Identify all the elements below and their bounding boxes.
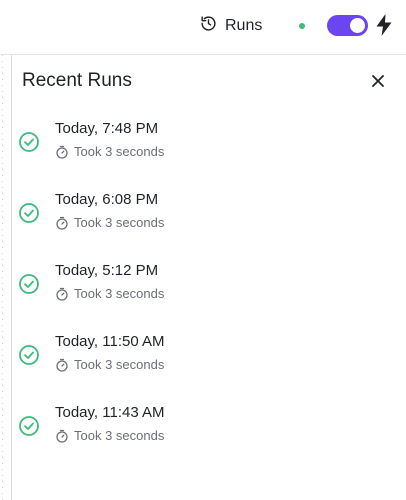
- run-duration-text: Took 3 seconds: [74, 357, 165, 372]
- success-check-icon: [18, 273, 40, 295]
- editor-gutter: [0, 55, 12, 500]
- lightning-bolt-icon[interactable]: [375, 14, 393, 36]
- runs-label: Runs: [225, 17, 263, 34]
- run-duration: Took 3 seconds: [55, 357, 164, 372]
- run-duration: Took 3 seconds: [55, 286, 164, 301]
- success-check-icon: [18, 344, 40, 366]
- run-time: Today, 6:08 PM: [55, 191, 159, 208]
- run-time: Today, 7:48 PM: [55, 120, 159, 137]
- run-duration-text: Took 3 seconds: [74, 215, 165, 230]
- run-duration: Took 3 seconds: [55, 144, 164, 159]
- run-duration: Took 3 seconds: [55, 215, 164, 230]
- toggle-knob: [350, 18, 365, 33]
- run-item[interactable]: Today, 7:48 PM Took 3 seconds: [12, 111, 406, 182]
- run-duration-text: Took 3 seconds: [74, 428, 165, 443]
- top-toolbar: Runs: [0, 0, 406, 55]
- history-icon: [200, 15, 217, 37]
- run-time: Today, 5:12 PM: [55, 262, 159, 279]
- stopwatch-icon: [55, 287, 69, 301]
- run-item[interactable]: Today, 11:43 AM Took 3 seconds: [12, 395, 406, 466]
- run-duration-text: Took 3 seconds: [74, 286, 165, 301]
- success-check-icon: [18, 415, 40, 437]
- success-check-icon: [18, 202, 40, 224]
- status-indicator: [299, 23, 305, 29]
- close-icon[interactable]: [368, 71, 388, 91]
- success-check-icon: [18, 131, 40, 153]
- run-item[interactable]: Today, 6:08 PM Took 3 seconds: [12, 182, 406, 253]
- panel-title: Recent Runs: [22, 70, 132, 91]
- stopwatch-icon: [55, 216, 69, 230]
- enable-toggle[interactable]: [327, 15, 368, 36]
- recent-runs-panel: Recent Runs Today, 7:48 PM Took 3 seconds…: [12, 55, 406, 500]
- stopwatch-icon: [55, 145, 69, 159]
- run-list: Today, 7:48 PM Took 3 seconds Today, 6:08 …: [12, 111, 406, 466]
- run-time: Today, 11:50 AM: [55, 333, 165, 350]
- run-time: Today, 11:43 AM: [55, 404, 165, 421]
- run-duration: Took 3 seconds: [55, 428, 164, 443]
- run-item[interactable]: Today, 11:50 AM Took 3 seconds: [12, 324, 406, 395]
- runs-button[interactable]: Runs: [198, 14, 264, 38]
- run-item[interactable]: Today, 5:12 PM Took 3 seconds: [12, 253, 406, 324]
- stopwatch-icon: [55, 358, 69, 372]
- stopwatch-icon: [55, 429, 69, 443]
- run-duration-text: Took 3 seconds: [74, 144, 165, 159]
